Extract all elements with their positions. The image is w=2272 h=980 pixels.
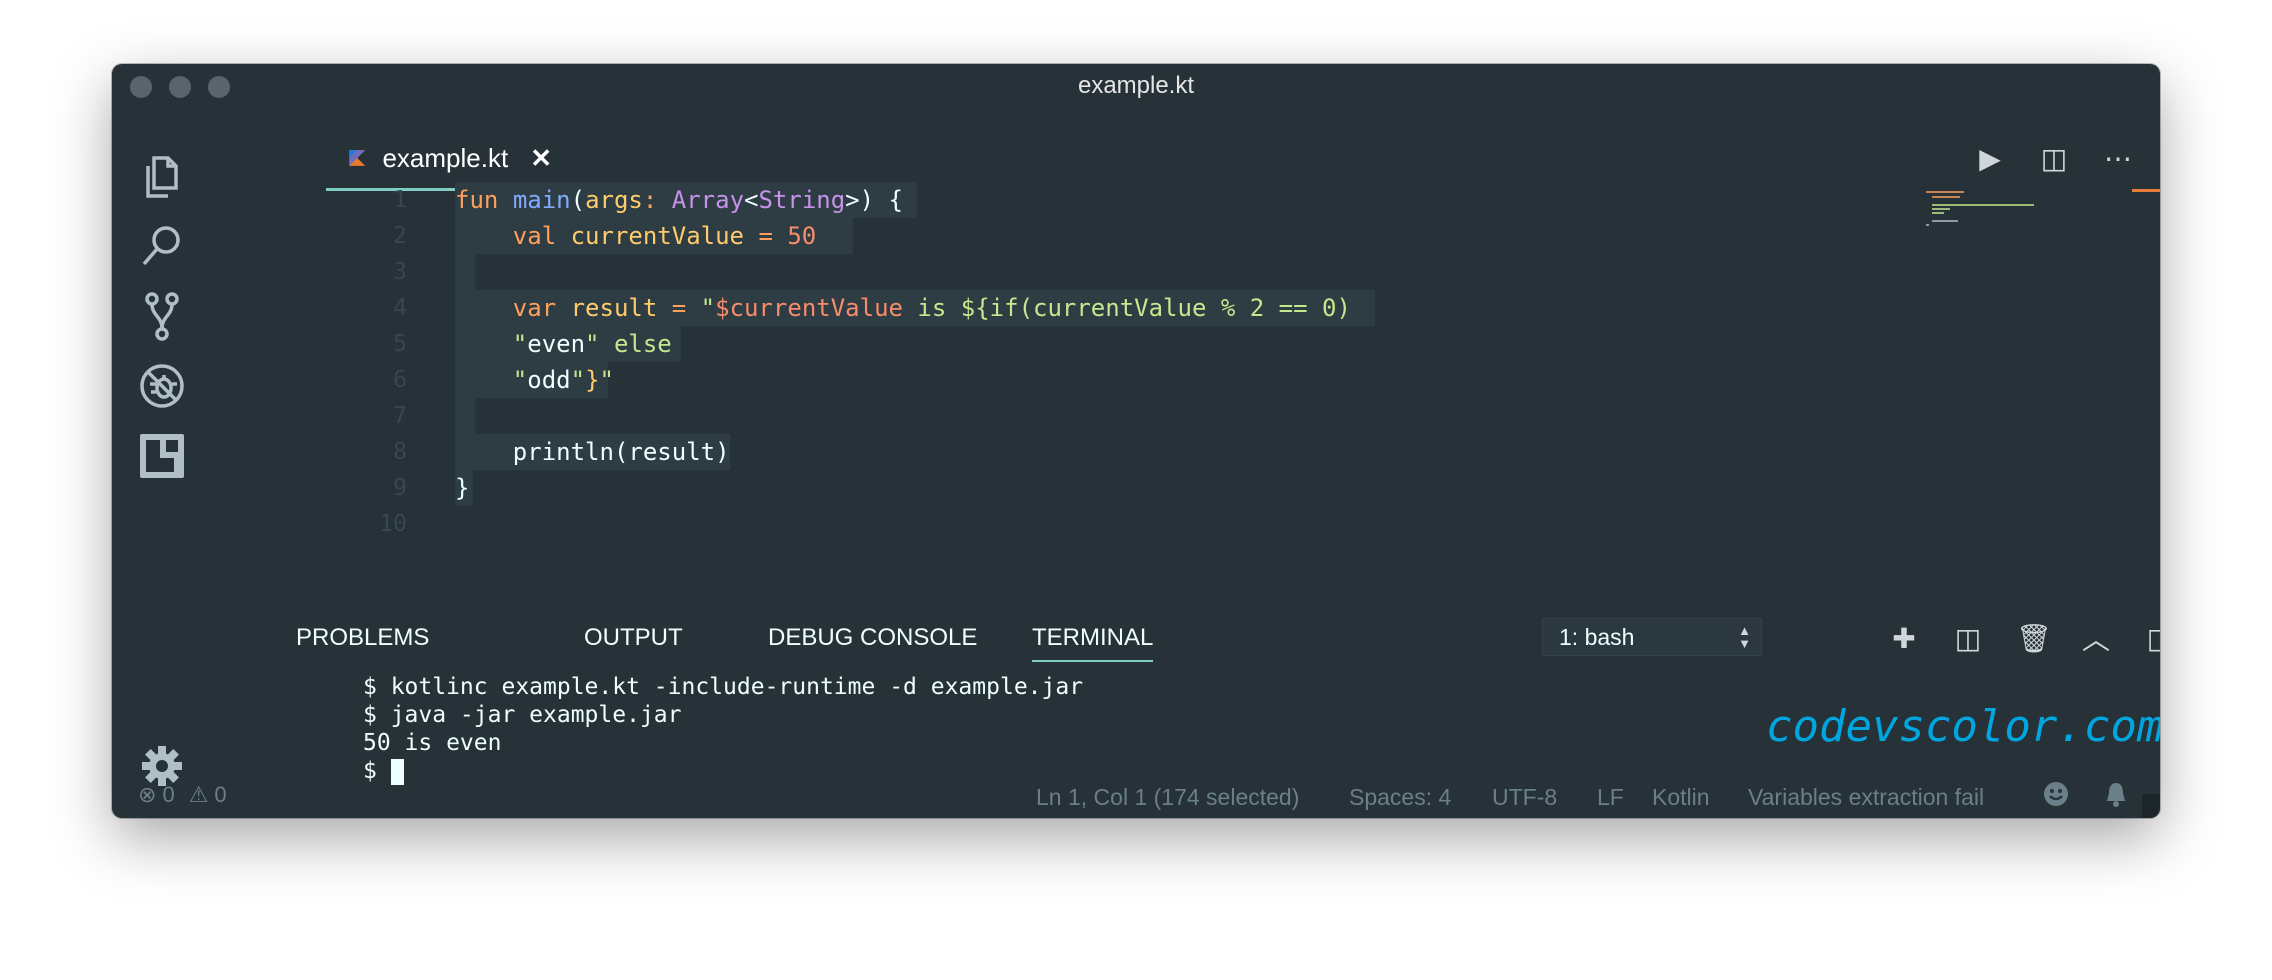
line-number: 3 (393, 259, 407, 285)
toggle-panel-icon[interactable]: ◨ (2144, 622, 2160, 655)
tab-label: example.kt (382, 142, 509, 173)
line-number: 2 (393, 223, 407, 249)
tab-problems[interactable]: PROBLEMS (296, 620, 429, 660)
minimize-window-button[interactable] (169, 76, 191, 98)
minimap[interactable] (1924, 188, 2044, 228)
window-controls (130, 76, 230, 98)
watermark: codevscolor.com (1766, 701, 2160, 752)
panel-tab-bar: PROBLEMS OUTPUT DEBUG CONSOLE TERMINAL 1… (212, 604, 2160, 664)
warning-count: 0 (214, 782, 227, 807)
select-arrows-icon: ▲ ▼ (1738, 623, 1751, 651)
window-title: example.kt (1077, 72, 1195, 99)
problems-status[interactable]: ⊗ 0 ⚠ 0 (138, 782, 227, 808)
indentation[interactable]: Spaces: 4 (1349, 784, 1451, 811)
code-line-4: var result = "$currentValue is ${if(curr… (512, 294, 1351, 322)
end-of-line[interactable]: LF (1597, 784, 1624, 811)
close-window-button[interactable] (130, 76, 152, 98)
vscode-window: example.kt example.kt ✕ ▶ ◫ ⋯ 1 2 3 4 5 … (112, 64, 2160, 818)
line-number: 5 (393, 331, 407, 357)
encoding[interactable]: UTF-8 (1492, 784, 1557, 811)
source-control-icon[interactable] (136, 290, 188, 342)
code-line-9: } (455, 474, 470, 502)
selection-highlight (455, 254, 475, 290)
status-message[interactable]: Variables extraction fail (1748, 784, 1984, 811)
add-terminal-icon[interactable]: ✚ (1888, 622, 1920, 655)
search-icon[interactable] (136, 220, 188, 272)
panel-actions: ✚ ◫ 🗑 ︿ ◨ ✕ (1888, 618, 2160, 658)
run-icon[interactable]: ▶ (1974, 142, 2006, 175)
line-number: 10 (379, 511, 407, 537)
code-line-1: fun main(args: Array<String>) { (455, 186, 903, 214)
tab-terminal[interactable]: TERMINAL (1032, 620, 1154, 662)
feedback-smiley-icon[interactable] (2042, 780, 2070, 808)
kotlin-file-icon (349, 150, 366, 166)
zoom-window-button[interactable] (208, 76, 230, 98)
line-number: 8 (393, 439, 407, 465)
line-number: 1 (393, 187, 407, 213)
trash-icon[interactable]: 🗑 (2016, 622, 2052, 655)
files-icon[interactable] (136, 150, 188, 202)
split-terminal-icon[interactable]: ◫ (1952, 622, 1984, 655)
title-bar: example.kt (112, 64, 2160, 108)
maximize-icon[interactable]: ︿ (2080, 618, 2112, 658)
extensions-icon[interactable] (136, 430, 188, 482)
code-line-2: val currentValue = 50 (512, 222, 817, 250)
status-bar: ⊗ 0 ⚠ 0 Ln 1, Col 1 (174 selected) Space… (112, 774, 2160, 818)
selection-highlight (455, 398, 475, 434)
code-line-8: println(result) (455, 438, 730, 466)
cursor-position[interactable]: Ln 1, Col 1 (174 selected) (1036, 784, 1299, 811)
split-editor-icon[interactable]: ◫ (2038, 142, 2070, 175)
tab-debug-console[interactable]: DEBUG CONSOLE (768, 620, 977, 660)
activity-bar (112, 108, 212, 786)
language-mode[interactable]: Kotlin (1652, 784, 1710, 811)
terminal-line: 50 is even (363, 730, 502, 756)
line-number: 4 (393, 295, 407, 321)
terminal-select[interactable]: 1: bash ▲ ▼ (1542, 618, 1762, 656)
error-icon: ⊗ (138, 782, 157, 807)
editor-actions: ▶ ◫ ⋯ (1974, 142, 2134, 175)
tab-close-icon[interactable]: ✕ (530, 143, 552, 174)
terminal-line: $ java -jar example.jar (363, 702, 682, 728)
line-number: 9 (393, 475, 407, 501)
code-editor[interactable]: 1 2 3 4 5 6 7 8 9 10 fun main(args: Arra… (212, 182, 2160, 606)
code-line-5: "even" else (512, 330, 672, 358)
warning-icon: ⚠ (188, 782, 209, 807)
debug-icon[interactable] (136, 360, 188, 412)
line-number: 7 (393, 403, 407, 429)
terminal-select-value: 1: bash (1559, 623, 1635, 650)
more-icon[interactable]: ⋯ (2102, 142, 2134, 175)
tab-output[interactable]: OUTPUT (584, 620, 683, 660)
terminal-line: $ kotlinc example.kt -include-runtime -d… (363, 674, 1084, 700)
line-number: 6 (393, 367, 407, 393)
overview-ruler-marker (2132, 189, 2160, 192)
notifications-bell-icon[interactable] (2102, 780, 2130, 808)
error-count: 0 (162, 782, 175, 807)
code-line-6: "odd"}" (512, 366, 614, 394)
